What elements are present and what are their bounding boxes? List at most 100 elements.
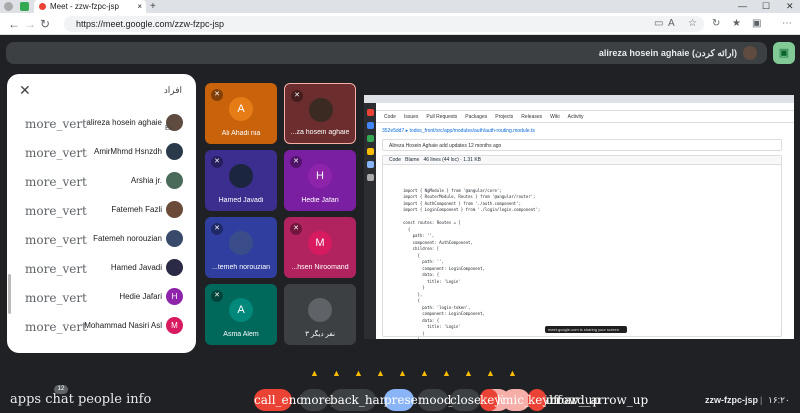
repo-nav-item[interactable]: Projects [495, 114, 513, 120]
mic-off-icon: ✕ [211, 290, 223, 302]
new-tab-button[interactable]: + [150, 0, 156, 13]
participant-tile[interactable]: ✕ H Hedie Jafari [284, 150, 356, 211]
repo-nav-item[interactable]: Code [384, 114, 396, 120]
meeting-tools-button[interactable]: ▣ [773, 42, 795, 64]
present-to-all-button[interactable]: present_to_all [384, 389, 469, 411]
call-end-button[interactable]: call_end [254, 389, 304, 411]
translate-icon[interactable]: A [668, 18, 675, 30]
favorites-bar-icon[interactable]: ★ [732, 18, 741, 30]
maximize-button[interactable]: ☐ [762, 0, 770, 13]
back-hand-button[interactable]: back_hand [330, 389, 395, 411]
participant-tile[interactable]: ۳ نفر دیگر [284, 284, 356, 345]
code-content: import { NgModule } from '@angular/core'… [403, 187, 541, 340]
repo-nav-item[interactable]: Packages [465, 114, 487, 120]
tile-avatar: M [308, 231, 332, 255]
repo-nav-item[interactable]: Issues [404, 114, 418, 120]
participant-name: AmirMhmd Hsnzdh [93, 147, 162, 156]
reaction-emoji[interactable]: ▲ [354, 367, 368, 379]
participant-tile[interactable]: ✕ ...temeh norouzian [205, 217, 277, 278]
reload-button[interactable]: ↻ [40, 17, 50, 31]
more-options-icon[interactable]: more_vert [25, 146, 87, 160]
side-panel-buttons[interactable]: apps chat people info [10, 392, 151, 408]
reaction-emoji[interactable]: ▲ [442, 367, 456, 379]
separator: | [760, 395, 763, 405]
participant-row[interactable]: more_vert AmirMhmd Hsnzdh [7, 139, 196, 165]
more-options-icon[interactable]: more_vert [25, 117, 87, 131]
tile-name: Hamed Javadi [218, 197, 264, 204]
tile-avatar [308, 298, 332, 322]
browser-tab-meet[interactable]: Meet - zzw-fzpc-jsp × [34, 0, 146, 13]
participant-row[interactable]: more_vert alireza hosein aghaie Ex [7, 110, 196, 136]
mic-off-icon: ✕ [291, 90, 303, 102]
participant-tile[interactable]: ✕ A Ali Ahadi nia [205, 83, 277, 144]
participant-row[interactable]: more_vert Hamed Javadi [7, 255, 196, 281]
people-panel: ✕ افراد more_vert alireza hosein aghaie Ex… [7, 74, 196, 353]
reaction-emoji[interactable]: ▲ [420, 367, 434, 379]
browser-tab-bar: Meet - zzw-fzpc-jsp × + — ☐ ✕ [0, 0, 800, 13]
keyboard-arrow-up-button[interactable]: keyboard_arrow_up [528, 389, 648, 411]
more-options-icon[interactable]: more_vert [25, 175, 87, 189]
closed-caption-button[interactable]: closed_caption [450, 389, 540, 411]
participant-name: Fatemeh norouzian [93, 234, 162, 243]
more-options-icon[interactable]: more_vert [25, 233, 87, 247]
participant-tile[interactable]: ✕ ...za hosein aghaie [284, 83, 356, 144]
favorite-icon[interactable]: ☆ [688, 18, 697, 30]
reaction-emoji[interactable]: ▲ [332, 367, 346, 379]
mic-off-button[interactable]: mic_off [502, 389, 546, 411]
participant-avatar [166, 143, 183, 160]
tile-name: Asma Alem [223, 331, 259, 338]
more-options-icon[interactable]: more_vert [25, 320, 87, 334]
more-options-icon[interactable]: more_vert [25, 291, 87, 305]
participant-avatar [166, 230, 183, 247]
sharing-toast: meet.google.com is sharing your screen [545, 326, 627, 333]
reaction-emoji[interactable]: ▲ [464, 367, 478, 379]
participant-name: alireza hosein aghaie [86, 118, 162, 127]
collections-icon[interactable]: ▣ [752, 18, 761, 30]
repo-nav-item[interactable]: Releases [521, 114, 542, 120]
recording-indicator-icon [39, 3, 46, 10]
more-vert-button[interactable]: more_vert [300, 389, 362, 411]
tab-close-icon[interactable]: × [137, 0, 142, 13]
presenter-label: alireza hosein aghaie (ارائه کردن) [598, 48, 737, 58]
forward-button[interactable]: → [24, 17, 36, 31]
close-panel-icon[interactable]: ✕ [19, 83, 31, 97]
refresh-page-icon[interactable]: ↻ [712, 18, 720, 30]
back-button[interactable]: ← [8, 17, 20, 31]
code-header: Code Blame 46 lines (44 loc) · 1.31 KB [383, 156, 781, 165]
screen-share-icon[interactable]: ▭ [654, 18, 663, 30]
participant-tile[interactable]: ✕ Hamed Javadi [205, 150, 277, 211]
reaction-emoji[interactable]: ▲ [310, 367, 324, 379]
window-close-button[interactable]: ✕ [786, 0, 794, 13]
reaction-emoji[interactable]: ▲ [398, 367, 412, 379]
shared-tab-bar [364, 95, 794, 103]
repo-nav-item[interactable]: Wiki [550, 114, 559, 120]
more-options-icon[interactable]: more_vert [25, 204, 87, 218]
keyboard-arrow-up-button[interactable]: keyboard_arrow_up [480, 389, 600, 411]
url-field[interactable]: https://meet.google.com/zzw-fzpc-jsp [64, 16, 704, 32]
repo-nav-item[interactable]: Activity [568, 114, 584, 120]
browser-menu-icon[interactable]: ⋯ [782, 18, 792, 30]
participant-row[interactable]: more_vert Mohammad Nasiri Asl M [7, 313, 196, 339]
participant-name: Mohammad Nasiri Asl [84, 321, 162, 330]
workspace-icon[interactable] [20, 2, 29, 11]
reaction-emoji[interactable]: ▲ [376, 367, 390, 379]
minimize-button[interactable]: — [738, 0, 747, 13]
mood-button[interactable]: mood [418, 389, 452, 411]
participant-tile[interactable]: ✕ A Asma Alem [205, 284, 277, 345]
browser-profile-icon[interactable] [4, 2, 13, 11]
reaction-emoji[interactable]: ▲ [486, 367, 500, 379]
participant-avatar: H [166, 288, 183, 305]
participant-sublabel: Ex [165, 125, 174, 132]
more-options-icon[interactable]: more_vert [25, 262, 87, 276]
participant-row[interactable]: more_vert Hedie Jafari H [7, 284, 196, 310]
participant-tile[interactable]: ✕ M ...hsen Niroomand [284, 217, 356, 278]
panel-scrollbar[interactable] [8, 274, 11, 314]
participant-row[interactable]: more_vert Fatemeh norouzian [7, 226, 196, 252]
participant-row[interactable]: more_vert Arshia jr. [7, 168, 196, 194]
reaction-emoji[interactable]: ▲ [508, 367, 522, 379]
participant-row[interactable]: more_vert Fatemeh Fazli [7, 197, 196, 223]
tile-avatar: H [308, 164, 332, 188]
shared-sidebar [364, 103, 376, 339]
participant-name: Fatemeh Fazli [111, 205, 162, 214]
repo-nav-item[interactable]: Pull Requests [426, 114, 457, 120]
